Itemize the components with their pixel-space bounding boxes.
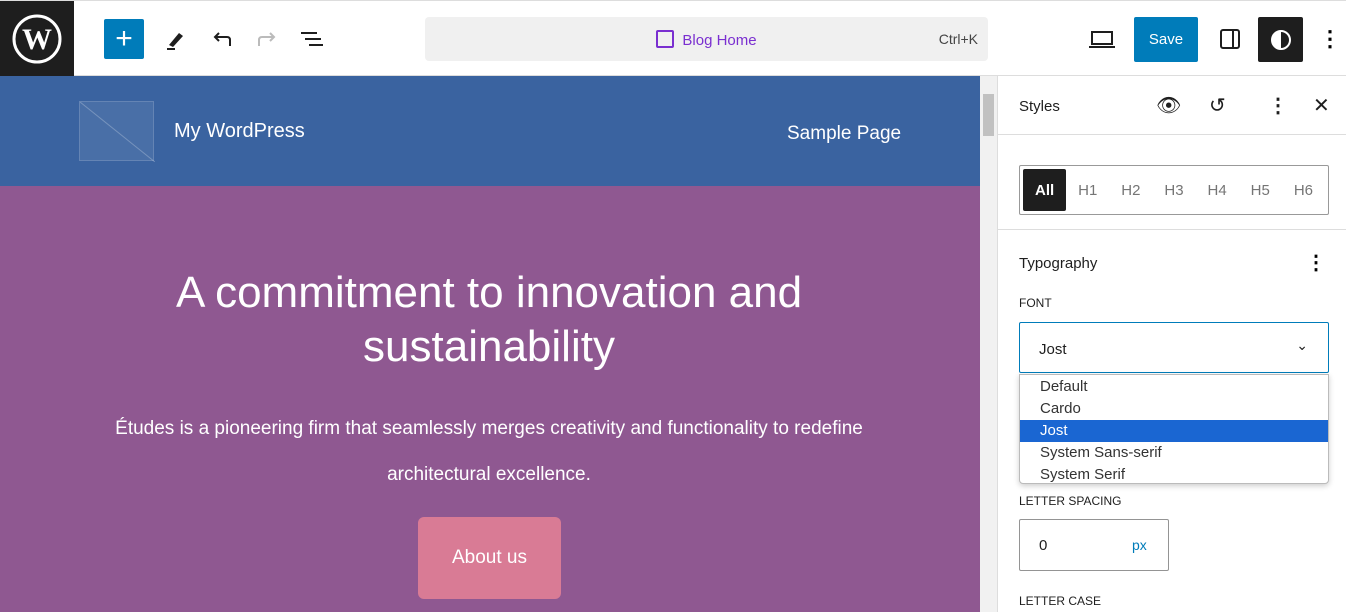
list-view-icon[interactable] [292, 19, 332, 59]
unit-select[interactable]: px [1132, 537, 1147, 553]
revisions-history-icon[interactable]: ↺ [1209, 93, 1226, 118]
site-logo-placeholder[interactable] [79, 101, 156, 163]
wordpress-logo-button[interactable]: W [0, 1, 74, 76]
font-option-jost[interactable]: Jost [1020, 420, 1328, 442]
letter-spacing-input[interactable]: 0 px [1019, 519, 1169, 571]
settings-sidebar-icon[interactable] [1210, 19, 1250, 59]
save-button[interactable]: Save [1134, 17, 1198, 62]
element-tab-h2[interactable]: H2 [1109, 169, 1152, 211]
element-tab-h5[interactable]: H5 [1239, 169, 1282, 211]
command-palette-button[interactable]: Blog Home Ctrl+K [425, 17, 988, 61]
font-option-system-serif[interactable]: System Serif [1020, 464, 1328, 486]
about-us-button[interactable]: About us [418, 517, 561, 599]
letter-spacing-value: 0 [1039, 537, 1048, 554]
element-selector: All H1 H2 H3 H4 H5 H6 [1019, 165, 1329, 215]
chevron-down-icon: ⌄ [1296, 337, 1308, 353]
site-title[interactable]: My WordPress [174, 120, 305, 143]
editor-toolbar: W + Blog Home Ctrl+K Save ⋮ [0, 0, 1346, 76]
wordpress-icon: W [12, 14, 62, 63]
undo-icon[interactable] [202, 19, 242, 59]
divider [998, 229, 1346, 230]
font-label: FONT [1019, 296, 1052, 310]
style-book-eye-icon[interactable]: 👁 [1156, 93, 1181, 118]
add-block-button[interactable]: + [104, 19, 144, 59]
letter-case-label: LETTER CASE [1019, 594, 1102, 608]
font-option-system-sans[interactable]: System Sans-serif [1020, 442, 1328, 464]
close-icon[interactable]: ✕ [1313, 93, 1330, 118]
font-option-cardo[interactable]: Cardo [1020, 398, 1328, 420]
font-dropdown-list: Default Cardo Jost System Sans-serif Sys… [1019, 374, 1329, 484]
shortcut-hint: Ctrl+K [938, 31, 978, 47]
options-more-icon[interactable]: ⋮ [1310, 19, 1346, 59]
typography-heading: Typography [1019, 255, 1098, 272]
redo-icon[interactable] [247, 19, 287, 59]
styles-sidebar: Styles 👁 ↺ ⋮ ✕ All H1 H2 H3 H4 H5 H6 Typ… [997, 76, 1346, 612]
element-tab-h1[interactable]: H1 [1066, 169, 1109, 211]
styles-contrast-icon[interactable] [1258, 17, 1303, 62]
device-preview-laptop-icon[interactable] [1082, 19, 1122, 59]
element-tab-h4[interactable]: H4 [1196, 169, 1239, 211]
font-select-value: Jost [1039, 341, 1067, 358]
typography-options-icon[interactable]: ⋮ [1306, 250, 1326, 275]
element-tab-h6[interactable]: H6 [1282, 169, 1325, 211]
font-option-default[interactable]: Default [1020, 376, 1328, 398]
scrollbar-thumb[interactable] [983, 94, 994, 136]
nav-link-sample-page[interactable]: Sample Page [787, 123, 901, 145]
editor-canvas[interactable]: My WordPress Sample Page A commitment to… [0, 76, 980, 612]
sidebar-title: Styles [1019, 98, 1060, 115]
letter-spacing-label: LETTER SPACING [1019, 494, 1122, 508]
template-title: Blog Home [682, 32, 757, 49]
svg-text:W: W [22, 23, 52, 56]
site-header: My WordPress Sample Page [0, 76, 980, 186]
element-tab-all[interactable]: All [1023, 169, 1067, 211]
hero-heading[interactable]: A commitment to innovation and sustainab… [100, 266, 878, 374]
element-tab-h3[interactable]: H3 [1152, 169, 1195, 211]
template-icon [656, 30, 675, 48]
canvas-scrollbar[interactable] [980, 76, 997, 612]
font-select[interactable]: Jost ⌄ [1019, 322, 1329, 373]
tools-pencil-icon[interactable] [156, 19, 196, 59]
more-options-icon[interactable]: ⋮ [1268, 93, 1288, 118]
hero-paragraph[interactable]: Études is a pioneering firm that seamles… [100, 406, 878, 498]
